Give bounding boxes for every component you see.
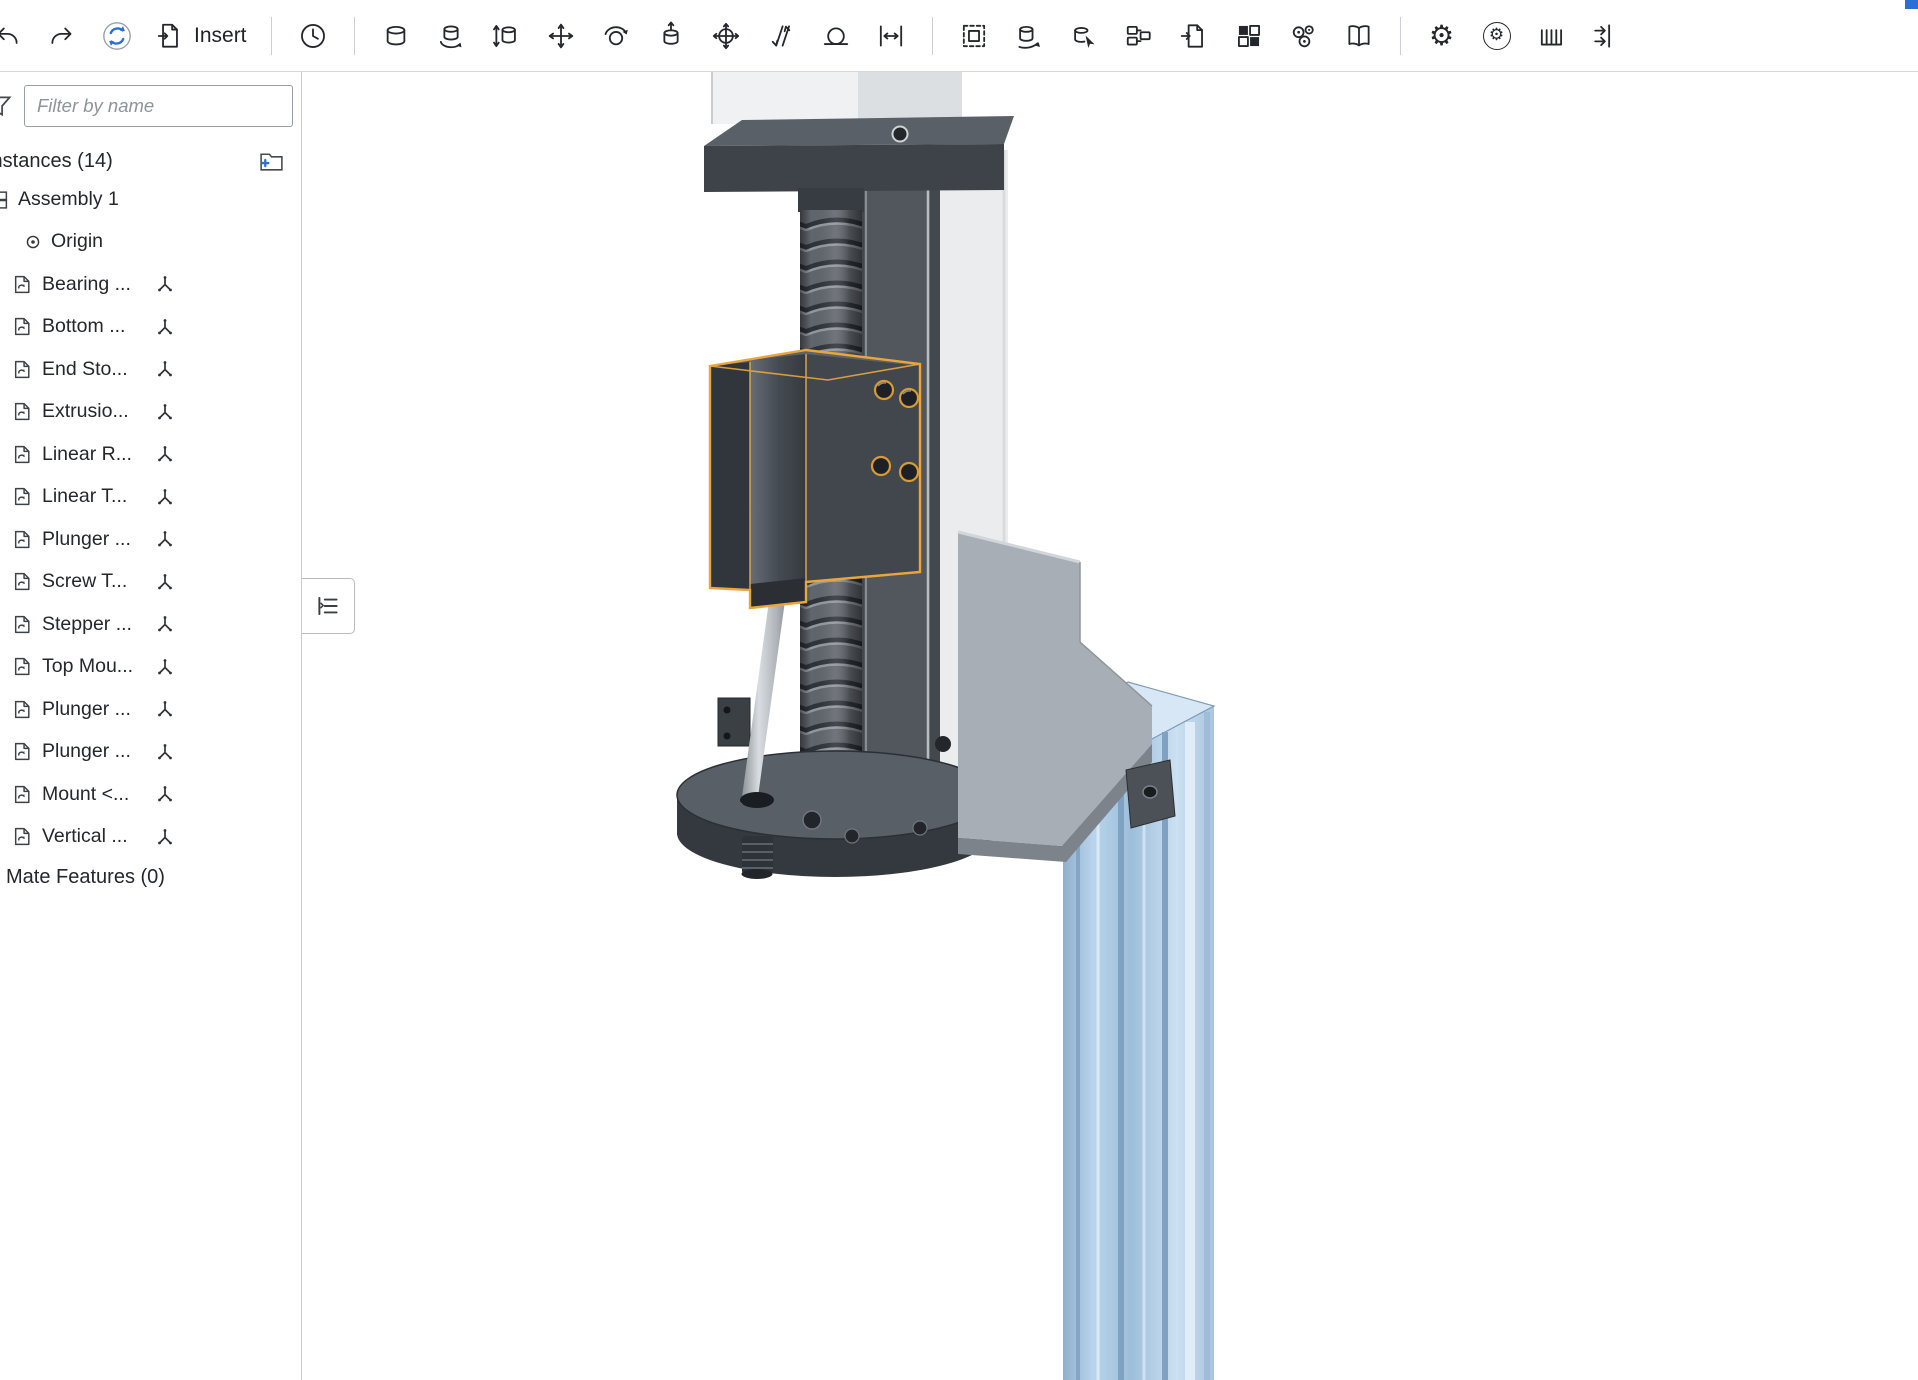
part-instance-icon: [12, 656, 33, 677]
redo-icon[interactable]: [39, 11, 85, 61]
bottom-plate[interactable]: [677, 751, 993, 877]
planar-mate-icon[interactable]: [538, 11, 584, 61]
rack-tool-icon[interactable]: [1529, 11, 1575, 61]
mate-connector-icon[interactable]: [155, 657, 175, 677]
filter-funnel-icon[interactable]: [0, 93, 14, 119]
selected-carriage[interactable]: [710, 350, 920, 608]
mate-connector-icon[interactable]: [155, 444, 175, 464]
insert-button[interactable]: Insert: [149, 11, 253, 61]
edit-mate-connector-icon[interactable]: [1061, 11, 1107, 61]
tree-item-plunger[interactable]: Plunger ...: [0, 688, 301, 731]
part-instance-icon: [12, 316, 33, 337]
tree-item-extrusio[interactable]: Extrusio...: [0, 391, 301, 434]
mate-connector-icon[interactable]: [155, 487, 175, 507]
origin-icon: [24, 233, 42, 251]
revolve-tool-icon[interactable]: [290, 11, 336, 61]
toolbar-items: Insert ⚙⚙: [0, 11, 1630, 61]
tree-item-linear-t[interactable]: Linear T...: [0, 476, 301, 519]
mate-connector-icon[interactable]: [155, 359, 175, 379]
transfer-page-icon[interactable]: [1171, 11, 1217, 61]
corner-notification: [1905, 0, 1918, 9]
filter-row: [0, 85, 291, 127]
tree-item-stepper[interactable]: Stepper ...: [0, 603, 301, 646]
part-instance-icon: [12, 614, 33, 635]
slider-mate-icon[interactable]: [483, 11, 529, 61]
toolbar-separator: [1400, 17, 1401, 55]
tree-item-mount[interactable]: Mount <...: [0, 773, 301, 816]
tree-item-plunger[interactable]: Plunger ...: [0, 731, 301, 774]
part-instance-icon: [12, 784, 33, 805]
panel-list-icon: [314, 592, 342, 620]
assembly-scene[interactable]: [302, 72, 1918, 1380]
clipped-tool-icon[interactable]: [1584, 11, 1630, 61]
tree-item-end-sto[interactable]: End Sto...: [0, 348, 301, 391]
group-select-icon[interactable]: [951, 11, 997, 61]
revolute-mate-icon[interactable]: [428, 11, 474, 61]
mate-connector-icon[interactable]: [155, 742, 175, 762]
add-folder-icon[interactable]: [258, 149, 285, 174]
replicate-icon[interactable]: [1006, 11, 1052, 61]
assembly-icon: [0, 189, 9, 210]
instances-tree: Assembly 1 Origin Bearing ... Bottom ...…: [0, 178, 301, 858]
part-instance-icon: [12, 529, 33, 550]
part-instance-icon: [12, 826, 33, 847]
tree-item-top-mou[interactable]: Top Mou...: [0, 646, 301, 689]
mate-connector-icon[interactable]: [155, 699, 175, 719]
mate-connector-icon[interactable]: [155, 827, 175, 847]
tree-item-plunger[interactable]: Plunger ...: [0, 518, 301, 561]
part-instance-icon: [12, 359, 33, 380]
part-instance-icon: [12, 274, 33, 295]
part-instance-icon: [12, 486, 33, 507]
fastened-mate-icon[interactable]: [373, 11, 419, 61]
toolbar-separator: [354, 17, 355, 55]
settings-gears-icon[interactable]: ⚙: [1419, 11, 1465, 61]
pin-slot-mate-icon[interactable]: [703, 11, 749, 61]
toolbar-separator: [271, 17, 272, 55]
part-instance-icon: [12, 444, 33, 465]
tree-item-origin[interactable]: Origin: [0, 221, 301, 264]
mate-features-header: Mate Features (0): [6, 866, 301, 889]
tree-item-bottom[interactable]: Bottom ...: [0, 306, 301, 349]
filter-input[interactable]: [24, 85, 293, 127]
linear-pattern-icon[interactable]: [1226, 11, 1272, 61]
sync-rotate-icon[interactable]: [94, 11, 140, 61]
instances-header: Instances (14): [0, 150, 113, 173]
insert-parts-icon[interactable]: [1116, 11, 1162, 61]
instances-header-row: Instances (14): [0, 149, 285, 174]
motion-gear-icon[interactable]: ⚙: [1474, 11, 1520, 61]
tree-item-assembly-1[interactable]: Assembly 1: [0, 178, 301, 221]
part-instance-icon: [12, 741, 33, 762]
mate-connector-tool-icon[interactable]: [868, 11, 914, 61]
mate-connector-icon[interactable]: [155, 274, 175, 294]
tree-item-screw-t[interactable]: Screw T...: [0, 561, 301, 604]
assembly-toolbar: Insert ⚙⚙: [0, 0, 1918, 72]
mate-connector-icon[interactable]: [155, 572, 175, 592]
mate-connector-icon[interactable]: [155, 529, 175, 549]
part-instance-icon: [12, 571, 33, 592]
plunger-tip[interactable]: [742, 836, 774, 879]
tree-item-linear-r[interactable]: Linear R...: [0, 433, 301, 476]
extrusion-clamp[interactable]: [1126, 760, 1175, 828]
part-instance-icon: [12, 401, 33, 422]
part-instance-icon: [12, 699, 33, 720]
tree-item-bearing[interactable]: Bearing ...: [0, 263, 301, 306]
tree-item-vertical[interactable]: Vertical ...: [0, 816, 301, 859]
toolbar-separator: [932, 17, 933, 55]
mate-connector-icon[interactable]: [155, 317, 175, 337]
undo-icon[interactable]: [0, 11, 30, 61]
ball-mate-icon[interactable]: [593, 11, 639, 61]
cylindrical-mate-icon[interactable]: [648, 11, 694, 61]
limit-bracket[interactable]: [718, 698, 750, 746]
mate-connector-icon[interactable]: [155, 402, 175, 422]
parallel-mate-icon[interactable]: [758, 11, 804, 61]
stepper-motor[interactable]: [704, 72, 1014, 192]
gear-relation-icon[interactable]: [1281, 11, 1327, 61]
named-views-icon[interactable]: [1336, 11, 1382, 61]
instances-panel: Instances (14) Assembly 1 Origin Bearing…: [0, 72, 302, 1380]
mate-connector-icon[interactable]: [155, 614, 175, 634]
tangent-mate-icon[interactable]: [813, 11, 859, 61]
mate-connector-icon[interactable]: [155, 784, 175, 804]
instances-panel-toggle[interactable]: [302, 578, 355, 634]
graphics-viewport[interactable]: [302, 72, 1918, 1380]
